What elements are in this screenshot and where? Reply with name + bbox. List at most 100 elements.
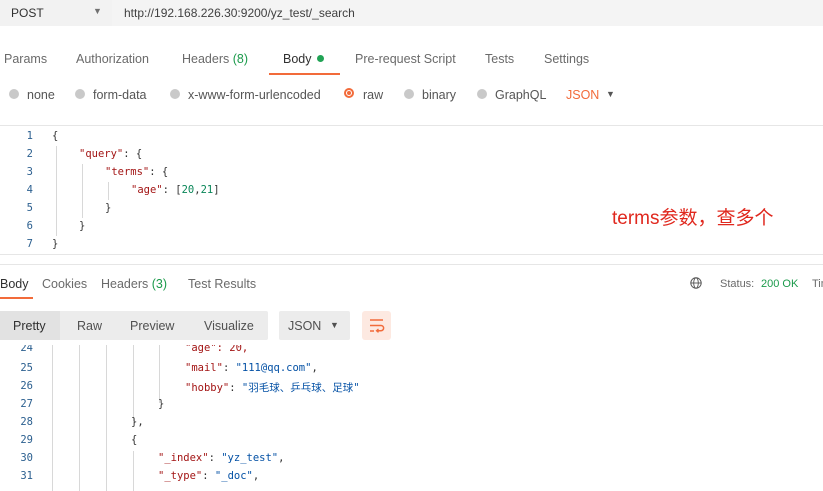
url-bar: POST ▼ http://192.168.226.30:9200/yz_tes… bbox=[0, 0, 823, 26]
radio-none-label[interactable]: none bbox=[27, 88, 55, 102]
json-string: "111@qq.com" bbox=[235, 362, 312, 374]
tab-tests-label: Tests bbox=[485, 52, 515, 66]
code-line-4: "age": [20,21] bbox=[131, 184, 220, 196]
code-line-1: { bbox=[52, 130, 59, 142]
pretty-button[interactable]: Pretty bbox=[0, 311, 60, 340]
tab-authorization-label: Authorization bbox=[76, 52, 149, 66]
globe-icon[interactable] bbox=[690, 277, 702, 289]
line-number: 3 bbox=[26, 166, 33, 178]
active-tab-indicator bbox=[269, 73, 340, 75]
response-format-select[interactable]: JSON ▼ bbox=[279, 311, 350, 340]
radio-raw[interactable] bbox=[344, 88, 354, 98]
response-tab-headers[interactable]: Headers (3) bbox=[101, 277, 167, 291]
json-key: "_type" bbox=[158, 470, 203, 482]
response-tab-body[interactable]: Body bbox=[0, 277, 29, 291]
tab-tests[interactable]: Tests bbox=[485, 52, 514, 66]
line-number: 27 bbox=[20, 398, 33, 410]
code-line-24: "age": 20, bbox=[185, 345, 249, 354]
response-tab-headers-label: Headers bbox=[101, 277, 149, 291]
code-line-7: } bbox=[52, 238, 59, 250]
tab-prerequest-script[interactable]: Pre-request Script bbox=[355, 52, 456, 66]
status-value: 200 OK bbox=[761, 278, 799, 290]
annotation-text: terms参数，查多个 bbox=[612, 208, 774, 229]
response-tab-test-results[interactable]: Test Results bbox=[188, 277, 256, 291]
request-tabs: Params Authorization Headers (8) Body Pr… bbox=[0, 44, 823, 76]
line-number: 25 bbox=[20, 362, 33, 374]
tab-settings[interactable]: Settings bbox=[544, 52, 589, 66]
json-number: 20 bbox=[181, 184, 195, 196]
radio-binary-label[interactable]: binary bbox=[422, 88, 456, 102]
visualize-button[interactable]: Visualize bbox=[204, 319, 254, 333]
raw-button[interactable]: Raw bbox=[77, 319, 102, 333]
response-view-toggle: Pretty Raw Preview Visualize bbox=[0, 311, 268, 340]
indent-guide bbox=[108, 182, 109, 200]
json-string: "yz_test" bbox=[221, 452, 279, 464]
wrap-lines-button[interactable] bbox=[362, 311, 391, 340]
radio-raw-label[interactable]: raw bbox=[363, 88, 383, 102]
headers-count: (8) bbox=[232, 52, 249, 66]
line-number: 31 bbox=[20, 470, 33, 482]
tab-authorization[interactable]: Authorization bbox=[76, 52, 149, 66]
divider bbox=[0, 264, 823, 265]
indent-guide bbox=[52, 345, 53, 491]
chevron-down-icon: ▼ bbox=[330, 320, 339, 330]
modified-dot-icon bbox=[316, 55, 324, 62]
json-key: "hobby" bbox=[185, 382, 230, 394]
code-line-27: } bbox=[158, 398, 165, 410]
radio-binary[interactable] bbox=[404, 89, 414, 99]
radio-none[interactable] bbox=[9, 89, 19, 99]
line-number: 29 bbox=[20, 434, 33, 446]
active-tab-indicator bbox=[0, 297, 33, 299]
radio-form-data-label[interactable]: form-data bbox=[93, 88, 147, 102]
tab-prerequest-label: Pre-request Script bbox=[355, 52, 456, 66]
response-tab-cookies[interactable]: Cookies bbox=[42, 277, 87, 291]
code-line-31: "_type": "_doc", bbox=[158, 470, 260, 482]
json-punct: : [ bbox=[162, 184, 182, 196]
line-number: 4 bbox=[26, 184, 33, 196]
code-line-2: "query": { bbox=[79, 148, 142, 160]
line-number: 2 bbox=[26, 148, 33, 160]
preview-button[interactable]: Preview bbox=[130, 319, 174, 333]
tab-params[interactable]: Params bbox=[4, 52, 47, 66]
tab-headers-label: Headers bbox=[182, 52, 230, 66]
indent-guide bbox=[106, 345, 107, 491]
code-line-25: "mail": "111@qq.com", bbox=[185, 362, 318, 374]
indent-guide bbox=[133, 451, 134, 491]
wrap-lines-icon bbox=[370, 319, 385, 333]
line-number: 26 bbox=[20, 380, 33, 392]
radio-graphql-label[interactable]: GraphQL bbox=[495, 88, 546, 102]
method-select[interactable]: POST ▼ bbox=[0, 0, 113, 26]
radio-urlencoded-label[interactable]: x-www-form-urlencoded bbox=[188, 88, 321, 102]
code-line-29: { bbox=[131, 434, 138, 446]
tab-headers[interactable]: Headers (8) bbox=[182, 52, 248, 66]
line-number: 6 bbox=[26, 220, 33, 232]
line-number: 28 bbox=[20, 416, 33, 428]
indent-guide bbox=[82, 164, 83, 218]
json-key: "_index" bbox=[158, 452, 209, 464]
json-key: "mail" bbox=[185, 362, 223, 374]
request-body-editor[interactable]: 1 2 3 4 5 6 7 { "query": { "terms": { "a… bbox=[0, 125, 823, 255]
response-format-label: JSON bbox=[288, 319, 322, 333]
code-line-28: }, bbox=[131, 416, 144, 428]
tab-settings-label: Settings bbox=[544, 52, 590, 66]
chevron-down-icon[interactable]: ▼ bbox=[606, 89, 615, 99]
json-number: 21 bbox=[200, 184, 214, 196]
json-punct: : { bbox=[123, 148, 143, 160]
code-line-6: } bbox=[79, 220, 86, 232]
url-text: http://192.168.226.30:9200/yz_test/_sear… bbox=[124, 6, 355, 20]
response-body-viewer[interactable]: 24 25 26 27 28 29 30 31 "age": 20, "mail… bbox=[0, 345, 823, 491]
time-label: Tim bbox=[812, 278, 823, 290]
method-label: POST bbox=[11, 6, 44, 20]
json-string: "羽毛球、乒乓球、足球" bbox=[241, 382, 360, 394]
tab-body[interactable]: Body bbox=[283, 52, 324, 66]
chevron-down-icon: ▼ bbox=[93, 6, 102, 16]
radio-graphql[interactable] bbox=[477, 89, 487, 99]
url-input[interactable]: http://192.168.226.30:9200/yz_test/_sear… bbox=[112, 0, 823, 26]
radio-urlencoded[interactable] bbox=[170, 89, 180, 99]
json-key: "terms" bbox=[105, 166, 150, 178]
json-punct: : { bbox=[149, 166, 169, 178]
line-number: 7 bbox=[26, 238, 33, 250]
radio-form-data[interactable] bbox=[75, 89, 85, 99]
body-format-select[interactable]: JSON bbox=[566, 88, 599, 102]
indent-guide bbox=[79, 345, 80, 491]
